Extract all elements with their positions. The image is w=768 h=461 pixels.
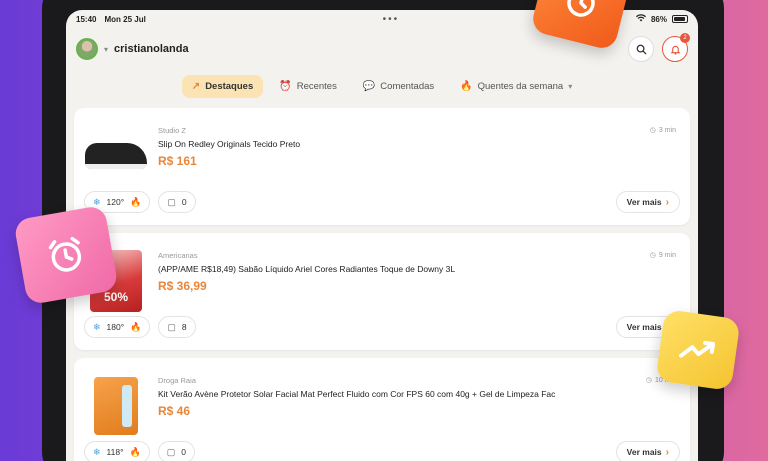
tab-recentes[interactable]: ⏰ Recentes <box>269 75 347 98</box>
deal-card[interactable]: Studio Z Slip On Redley Originals Tecido… <box>74 108 690 225</box>
bell-icon <box>670 45 680 55</box>
tab-label: Recentes <box>296 80 337 92</box>
comments-button[interactable]: ▢ 8 <box>158 316 196 338</box>
comments-button[interactable]: ▢ 0 <box>158 191 196 213</box>
comments-icon: 💬 <box>362 80 376 92</box>
tab-quentes-da-semana[interactable]: 🔥 Quentes da semana ▾ <box>450 75 582 98</box>
time-label: 9 min <box>658 251 676 259</box>
deal-time: ◷ 9 min <box>649 251 676 260</box>
product-image[interactable] <box>84 124 148 188</box>
app-screen: 15:40 Mon 25 Jul ••• 86% ▾ cristianoland… <box>66 10 698 461</box>
status-date: Mon 25 Jul <box>104 14 146 24</box>
username: cristianolanda <box>114 43 189 55</box>
clock-icon: ◷ <box>649 127 656 134</box>
time-label: 3 min <box>658 126 676 134</box>
comment-icon: ▢ <box>167 196 176 207</box>
feed-tabs: ↗ Destaques ⏰ Recentes 💬 Comentadas 🔥 Qu… <box>66 72 698 100</box>
deal-price: R$ 46 <box>158 404 191 418</box>
see-more-label: Ver mais <box>626 447 662 457</box>
battery-icon <box>672 15 688 23</box>
tab-destaques[interactable]: ↗ Destaques <box>181 74 264 98</box>
multitask-dots-icon[interactable]: ••• <box>383 14 400 25</box>
battery-percent: 86% <box>650 14 667 24</box>
flame-icon[interactable]: 🔥 <box>130 197 141 208</box>
alarm-icon: ⏰ <box>279 80 292 92</box>
trending-tile-icon <box>655 309 741 391</box>
deal-card[interactable]: Droga Raia Kit Verão Avène Protetor Sola… <box>74 358 690 461</box>
chevron-right-icon: › <box>665 196 669 208</box>
alarm-tile-icon <box>13 204 119 306</box>
deal-title[interactable]: Kit Verão Avène Protetor Solar Facial Ma… <box>158 389 600 399</box>
search-icon <box>636 44 647 55</box>
deal-title[interactable]: Slip On Redley Originals Tecido Preto <box>158 139 600 149</box>
clock-icon: ◷ <box>649 252 656 259</box>
deal-card[interactable]: 50% Americanas (APP/AME R$18,49) Sabão L… <box>74 233 690 350</box>
comments-count: 0 <box>181 197 187 207</box>
temperature-vote[interactable]: ❄ 118° 🔥 <box>84 441 150 461</box>
temperature-value: 180° <box>106 322 125 332</box>
see-more-button[interactable]: Ver mais › <box>615 441 680 461</box>
deal-price: R$ 161 <box>158 154 197 168</box>
flame-icon[interactable]: 🔥 <box>130 447 141 458</box>
chevron-down-icon: ▾ <box>104 44 109 54</box>
snowflake-icon[interactable]: ❄ <box>93 197 101 208</box>
chevron-right-icon: › <box>665 446 669 458</box>
deal-title[interactable]: (APP/AME R$18,49) Sabão Líquido Ariel Co… <box>158 264 600 274</box>
flame-icon: 🔥 <box>460 80 473 92</box>
wifi-icon <box>635 14 646 24</box>
deal-feed: Studio Z Slip On Redley Originals Tecido… <box>66 100 698 461</box>
tab-comentadas[interactable]: 💬 Comentadas <box>353 75 444 98</box>
notification-badge: 2 <box>680 33 690 43</box>
comments-button[interactable]: ▢ 0 <box>157 441 195 461</box>
user-menu[interactable]: ▾ cristianolanda <box>76 38 189 60</box>
search-button[interactable] <box>628 36 654 62</box>
deal-price: R$ 36,99 <box>158 279 207 293</box>
store-name: Studio Z <box>158 126 186 135</box>
notifications-button[interactable]: 2 <box>662 33 690 62</box>
see-more-label: Ver mais <box>626 322 662 332</box>
avatar[interactable] <box>76 38 98 60</box>
status-time: 15:40 <box>76 14 97 24</box>
flame-icon[interactable]: 🔥 <box>130 322 141 333</box>
temperature-value: 120° <box>106 197 125 207</box>
comment-icon: ▢ <box>166 446 176 457</box>
comment-icon: ▢ <box>167 321 176 332</box>
chevron-down-icon: ▾ <box>568 81 573 91</box>
see-more-label: Ver mais <box>626 197 662 207</box>
snowflake-icon[interactable]: ❄ <box>93 322 101 333</box>
see-more-button[interactable]: Ver mais › <box>615 191 680 213</box>
temperature-vote[interactable]: ❄ 180° 🔥 <box>84 316 151 338</box>
product-image[interactable] <box>84 374 148 438</box>
clock-icon: ◷ <box>645 377 652 384</box>
store-name: Americanas <box>158 251 198 260</box>
trending-icon: ↗ <box>191 80 201 92</box>
comments-count: 8 <box>181 322 187 332</box>
tab-label: Destaques <box>205 80 254 92</box>
comments-count: 0 <box>181 447 186 457</box>
snowflake-icon[interactable]: ❄ <box>93 447 101 458</box>
deal-time: ◷ 3 min <box>649 126 676 135</box>
temperature-value: 118° <box>106 447 124 457</box>
store-name: Droga Raia <box>158 376 196 385</box>
tab-label: Quentes da semana <box>477 80 564 92</box>
tab-label: Comentadas <box>380 80 435 92</box>
